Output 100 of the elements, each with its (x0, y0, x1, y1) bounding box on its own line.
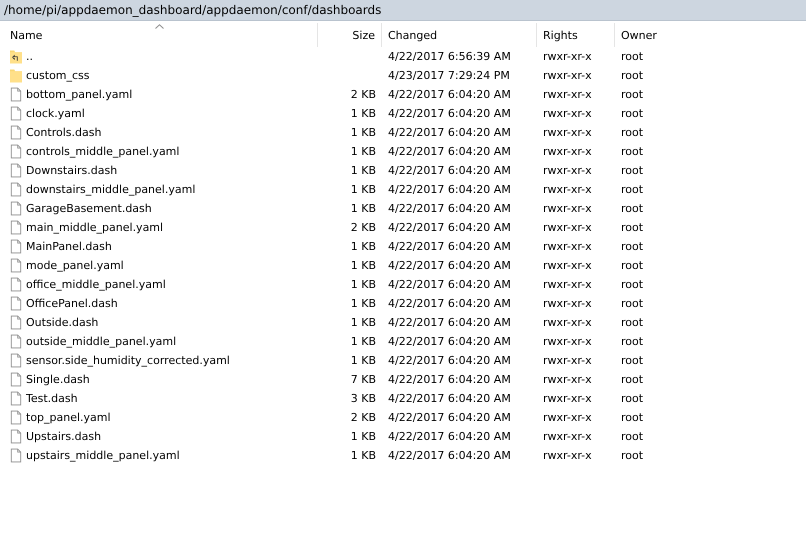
table-cell: 4/22/2017 6:04:20 AM (388, 88, 511, 101)
table-cell: 4/22/2017 6:04:20 AM (388, 430, 511, 443)
table-cell: rwxr-xr-x (543, 392, 592, 405)
table-cell: 4/22/2017 6:04:20 AM (388, 373, 511, 386)
table-cell: root (621, 316, 644, 329)
document-icon (10, 163, 22, 178)
table-cell: root (621, 449, 644, 462)
column-header[interactable]: Changed (382, 23, 537, 47)
table-cell: 1 KB (350, 316, 376, 329)
file-name[interactable]: MainPanel.dash (26, 240, 112, 253)
table-cell: 1 KB (350, 164, 376, 177)
table-cell: root (621, 183, 644, 196)
table-cell: 2 KB (350, 221, 376, 234)
file-name[interactable]: controls_middle_panel.yaml (26, 145, 180, 158)
table-cell: 4/22/2017 6:04:20 AM (388, 335, 511, 348)
document-icon (10, 258, 22, 273)
document-icon (10, 353, 22, 368)
table-cell: 2 KB (350, 411, 376, 424)
file-name[interactable]: .. (26, 50, 33, 63)
table-cell: 4/22/2017 6:04:20 AM (388, 126, 511, 139)
file-name[interactable]: upstairs_middle_panel.yaml (26, 449, 180, 462)
table-cell: root (621, 202, 644, 215)
table-cell: 1 KB (350, 354, 376, 367)
table-cell: root (621, 297, 644, 310)
table-cell: root (621, 50, 644, 63)
table-cell: rwxr-xr-x (543, 107, 592, 120)
file-name[interactable]: custom_css (26, 69, 90, 82)
table-cell: 4/22/2017 6:04:20 AM (388, 221, 511, 234)
table-cell: 1 KB (350, 297, 376, 310)
table-cell: rwxr-xr-x (543, 202, 592, 215)
table-cell: 1 KB (350, 430, 376, 443)
document-icon (10, 429, 22, 444)
table-cell: rwxr-xr-x (543, 183, 592, 196)
table-cell: rwxr-xr-x (543, 221, 592, 234)
file-name[interactable]: clock.yaml (26, 107, 85, 120)
file-name[interactable]: downstairs_middle_panel.yaml (26, 183, 196, 196)
table-cell: 4/23/2017 7:29:24 PM (388, 69, 510, 82)
table-cell: root (621, 240, 644, 253)
file-name[interactable]: sensor.side_humidity_corrected.yaml (26, 354, 230, 367)
file-name[interactable]: main_middle_panel.yaml (26, 221, 164, 234)
table-cell: rwxr-xr-x (543, 240, 592, 253)
table-cell: root (621, 164, 644, 177)
table-cell: 2 KB (350, 88, 376, 101)
file-name[interactable]: OfficePanel.dash (26, 297, 118, 310)
table-cell: rwxr-xr-x (543, 88, 592, 101)
table-cell: 1 KB (350, 240, 376, 253)
file-name[interactable]: mode_panel.yaml (26, 259, 124, 272)
file-name[interactable]: GarageBasement.dash (26, 202, 152, 215)
column-header[interactable]: Name (0, 23, 318, 47)
document-icon (10, 334, 22, 349)
sort-ascending-icon (154, 24, 164, 29)
table-cell: root (621, 145, 644, 158)
document-icon (10, 448, 22, 463)
table-cell: 1 KB (350, 183, 376, 196)
table-cell: root (621, 354, 644, 367)
table-cell: 4/22/2017 6:04:20 AM (388, 259, 511, 272)
document-icon (10, 372, 22, 387)
document-icon (10, 410, 22, 425)
table-cell: 4/22/2017 6:04:20 AM (388, 449, 511, 462)
document-icon (10, 296, 22, 311)
document-icon (10, 144, 22, 159)
table-cell: 4/22/2017 6:04:20 AM (388, 183, 511, 196)
file-name[interactable]: top_panel.yaml (26, 411, 111, 424)
column-header[interactable]: Rights (537, 23, 615, 47)
document-icon (10, 239, 22, 254)
table-cell: rwxr-xr-x (543, 316, 592, 329)
table-cell: root (621, 259, 644, 272)
file-name[interactable]: office_middle_panel.yaml (26, 278, 166, 291)
document-icon (10, 315, 22, 330)
file-name[interactable]: bottom_panel.yaml (26, 88, 132, 101)
table-cell: rwxr-xr-x (543, 145, 592, 158)
table-cell: rwxr-xr-x (543, 164, 592, 177)
file-name[interactable]: Upstairs.dash (26, 430, 102, 443)
file-name[interactable]: Downstairs.dash (26, 164, 118, 177)
folder-icon (10, 68, 22, 83)
table-cell: 3 KB (350, 392, 376, 405)
table-cell: rwxr-xr-x (543, 449, 592, 462)
table-cell: root (621, 107, 644, 120)
file-name[interactable]: Controls.dash (26, 126, 102, 139)
table-cell: root (621, 335, 644, 348)
document-icon (10, 125, 22, 140)
file-name[interactable]: Outside.dash (26, 316, 98, 329)
document-icon (10, 220, 22, 235)
table-cell: 1 KB (350, 145, 376, 158)
table-cell: 4/22/2017 6:04:20 AM (388, 240, 511, 253)
document-icon (10, 182, 22, 197)
table-cell: 4/22/2017 6:04:20 AM (388, 297, 511, 310)
document-icon (10, 277, 22, 292)
column-header[interactable]: Size (318, 23, 382, 47)
file-name[interactable]: Single.dash (26, 373, 90, 386)
document-icon (10, 106, 22, 121)
table-cell: root (621, 373, 644, 386)
file-name[interactable]: Test.dash (26, 392, 78, 405)
table-cell: 4/22/2017 6:04:20 AM (388, 316, 511, 329)
file-name[interactable]: outside_middle_panel.yaml (26, 335, 176, 348)
table-cell: rwxr-xr-x (543, 297, 592, 310)
table-cell: rwxr-xr-x (543, 354, 592, 367)
column-header[interactable]: Owner (615, 23, 683, 47)
table-cell: root (621, 278, 644, 291)
table-cell: 7 KB (350, 373, 376, 386)
